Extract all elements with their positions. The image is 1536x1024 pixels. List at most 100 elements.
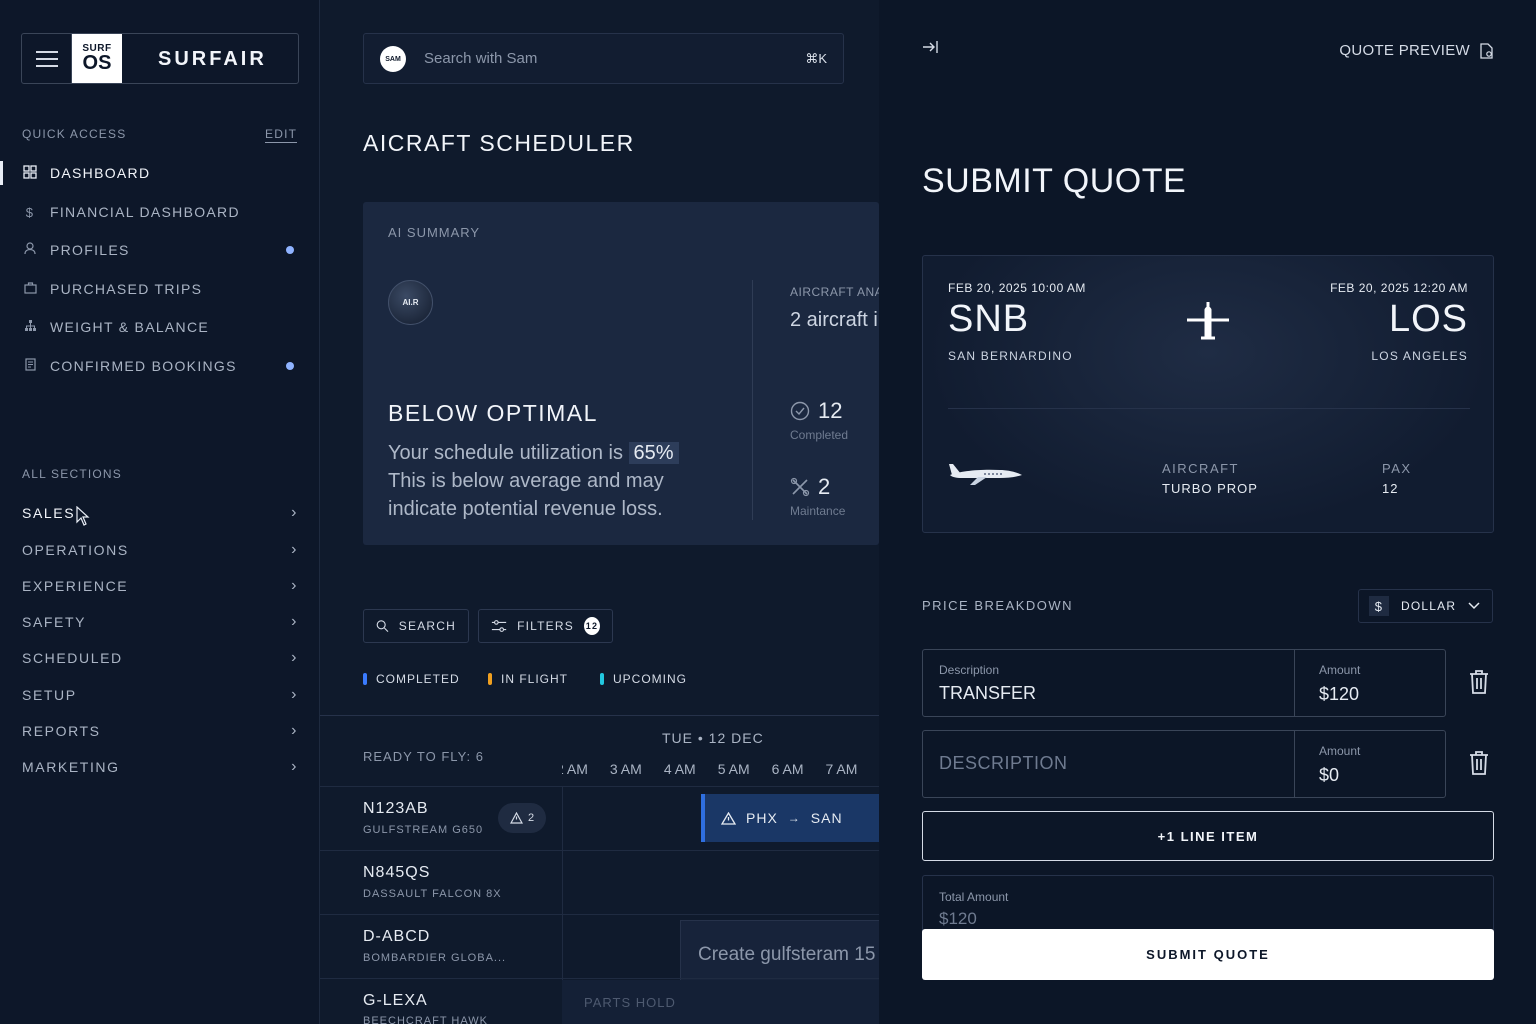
legend-in-flight: IN FLIGHT [488,672,568,686]
trash-icon[interactable] [1469,751,1489,781]
hour-label: 5 AM [717,761,750,777]
edit-quick-access-button[interactable]: EDIT [265,127,298,143]
aircraft-tail[interactable]: G-LEXA [363,992,428,1010]
warning-icon [721,811,736,825]
description-field[interactable]: DESCRIPTION [939,753,1068,774]
section-setup[interactable]: SETUP › [22,680,298,710]
trash-icon[interactable] [1469,670,1489,700]
legend-label: IN FLIGHT [501,672,569,686]
row-divider [320,786,880,787]
search-bar[interactable]: SAM Search with Sam ⌘K [363,33,844,84]
utilization-percent: 65% [628,442,679,464]
submit-quote-button[interactable]: SUBMIT QUOTE [922,929,1494,980]
section-operations[interactable]: OPERATIONS › [22,535,298,565]
search-input[interactable]: Search with Sam [424,50,537,67]
arrival-code: LOS [1388,298,1468,340]
aircraft-model: DASSAULT FALCON 8X [363,888,502,900]
description-field[interactable]: TRANSFER [939,683,1036,704]
filters-count-badge: 12 [583,617,600,635]
sidebar-item-dashboard[interactable]: DASHBOARD [0,158,320,188]
section-label: SALES [22,505,76,521]
section-label: SETUP [22,687,77,703]
sliders-icon [491,620,507,632]
flight-block[interactable]: PHX → SAN [701,794,880,842]
menu-icon[interactable] [22,34,72,83]
search-button[interactable]: SEARCH [363,609,469,643]
sidebar-item-label: CONFIRMED BOOKINGS [50,358,237,374]
search-shortcut: ⌘K [805,51,827,66]
aircraft-model: BEECHCRAFT HAWK [363,1015,489,1024]
total-value: $120 [939,909,977,928]
legend-swatch [363,673,367,685]
departure-date: FEB 20, 2025 10:00 AM [948,281,1086,295]
tools-icon [790,477,810,497]
section-reports[interactable]: REPORTS › [22,716,298,746]
warning-count: 2 [527,812,535,824]
amount-label: Amount [1319,663,1361,677]
amount-field[interactable]: $0 [1319,765,1339,786]
row-divider [320,978,880,979]
section-marketing[interactable]: MARKETING › [22,752,298,782]
completed-count: 12 [818,398,843,423]
divider [1294,650,1295,716]
sidebar-item-label: WEIGHT & BALANCE [50,319,210,335]
aircraft-tail[interactable]: N845QS [363,864,430,882]
maintenance-label: Maintance [790,504,846,518]
document-icon [1480,42,1493,59]
sam-avatar: SAM [380,46,406,72]
collapse-panel-icon[interactable] [922,40,938,59]
quote-preview-label: QUOTE PREVIEW [1339,42,1470,59]
currency-value: DOLLAR [1401,599,1457,613]
ai-summary-card: AI SUMMARY AI.R BELOW OPTIMAL Your sched… [363,202,879,545]
aircraft-tail[interactable]: D-ABCD [363,928,430,946]
currency-select[interactable]: $ DOLLAR [1358,589,1493,623]
departure-city: SAN BERNARDINO [948,349,1073,363]
quote-preview-button[interactable]: QUOTE PREVIEW [1339,42,1494,59]
sidebar-item-weight-balance[interactable]: WEIGHT & BALANCE [0,312,320,342]
utilization-text: Your schedule utilization is 65% This is… [388,439,718,523]
sidebar-item-purchased-trips[interactable]: PURCHASED TRIPS [0,274,320,304]
utilization-status: BELOW OPTIMAL [388,400,598,426]
chevron-down-icon [1468,602,1480,610]
brand-name: SURFAIR [158,48,267,70]
section-experience[interactable]: EXPERIENCE › [22,571,298,601]
aircraft-analysis-label: AIRCRAFT ANAL [790,285,879,299]
page-title: AICRAFT SCHEDULER [363,130,635,156]
divider [948,408,1470,409]
section-safety[interactable]: SAFETY › [22,607,298,637]
hour-label: 6 AM [771,761,804,777]
sidebar-item-confirmed-bookings[interactable]: CONFIRMED BOOKINGS [0,351,320,381]
row-divider [320,914,880,915]
maintenance-count: 2 [818,474,831,499]
user-icon [22,242,38,258]
arrival-date: FEB 20, 2025 12:20 AM [1330,281,1468,295]
filters-button[interactable]: FILTERS 12 [478,609,613,643]
ready-to-fly-count: READY TO FLY: 6 [363,749,484,764]
section-scheduled[interactable]: SCHEDULED › [22,643,298,673]
sidebar-item-financial-dashboard[interactable]: $ FINANCIAL DASHBOARD [0,197,320,227]
ai-summary-label: AI SUMMARY [388,225,481,240]
total-label: Total Amount [939,890,1009,904]
line-item: DESCRIPTION Amount $0 [922,730,1446,798]
chevron-right-icon: › [291,722,298,739]
legend-swatch [488,673,492,685]
aircraft-tail[interactable]: N123AB [363,800,429,818]
notification-dot [286,362,294,370]
section-label: SAFETY [22,614,87,630]
warning-badge[interactable]: 2 [498,803,546,833]
surf-os-logo[interactable]: SURF OS [72,34,122,83]
parts-hold-block[interactable]: PARTS HOLD [562,980,880,1024]
departure-code: SNB [948,298,1030,340]
section-label: EXPERIENCE [22,578,129,594]
brand-header: SURF OS SURFAIR [21,33,299,84]
legend-completed: COMPLETED [363,672,460,686]
add-line-item-button[interactable]: +1 LINE ITEM [922,811,1494,861]
amount-label: Amount [1319,744,1361,758]
chevron-right-icon: › [291,613,298,630]
sidebar-item-profiles[interactable]: PROFILES [0,235,320,265]
amount-field[interactable]: $120 [1319,684,1359,705]
sidebar: SURF OS SURFAIR QUICK ACCESS EDIT DASHBO… [0,0,320,1024]
mouse-cursor-icon [76,506,90,526]
aircraft-model: GULFSTREAM G650 [363,824,484,836]
section-sales[interactable]: SALES › [22,498,298,528]
